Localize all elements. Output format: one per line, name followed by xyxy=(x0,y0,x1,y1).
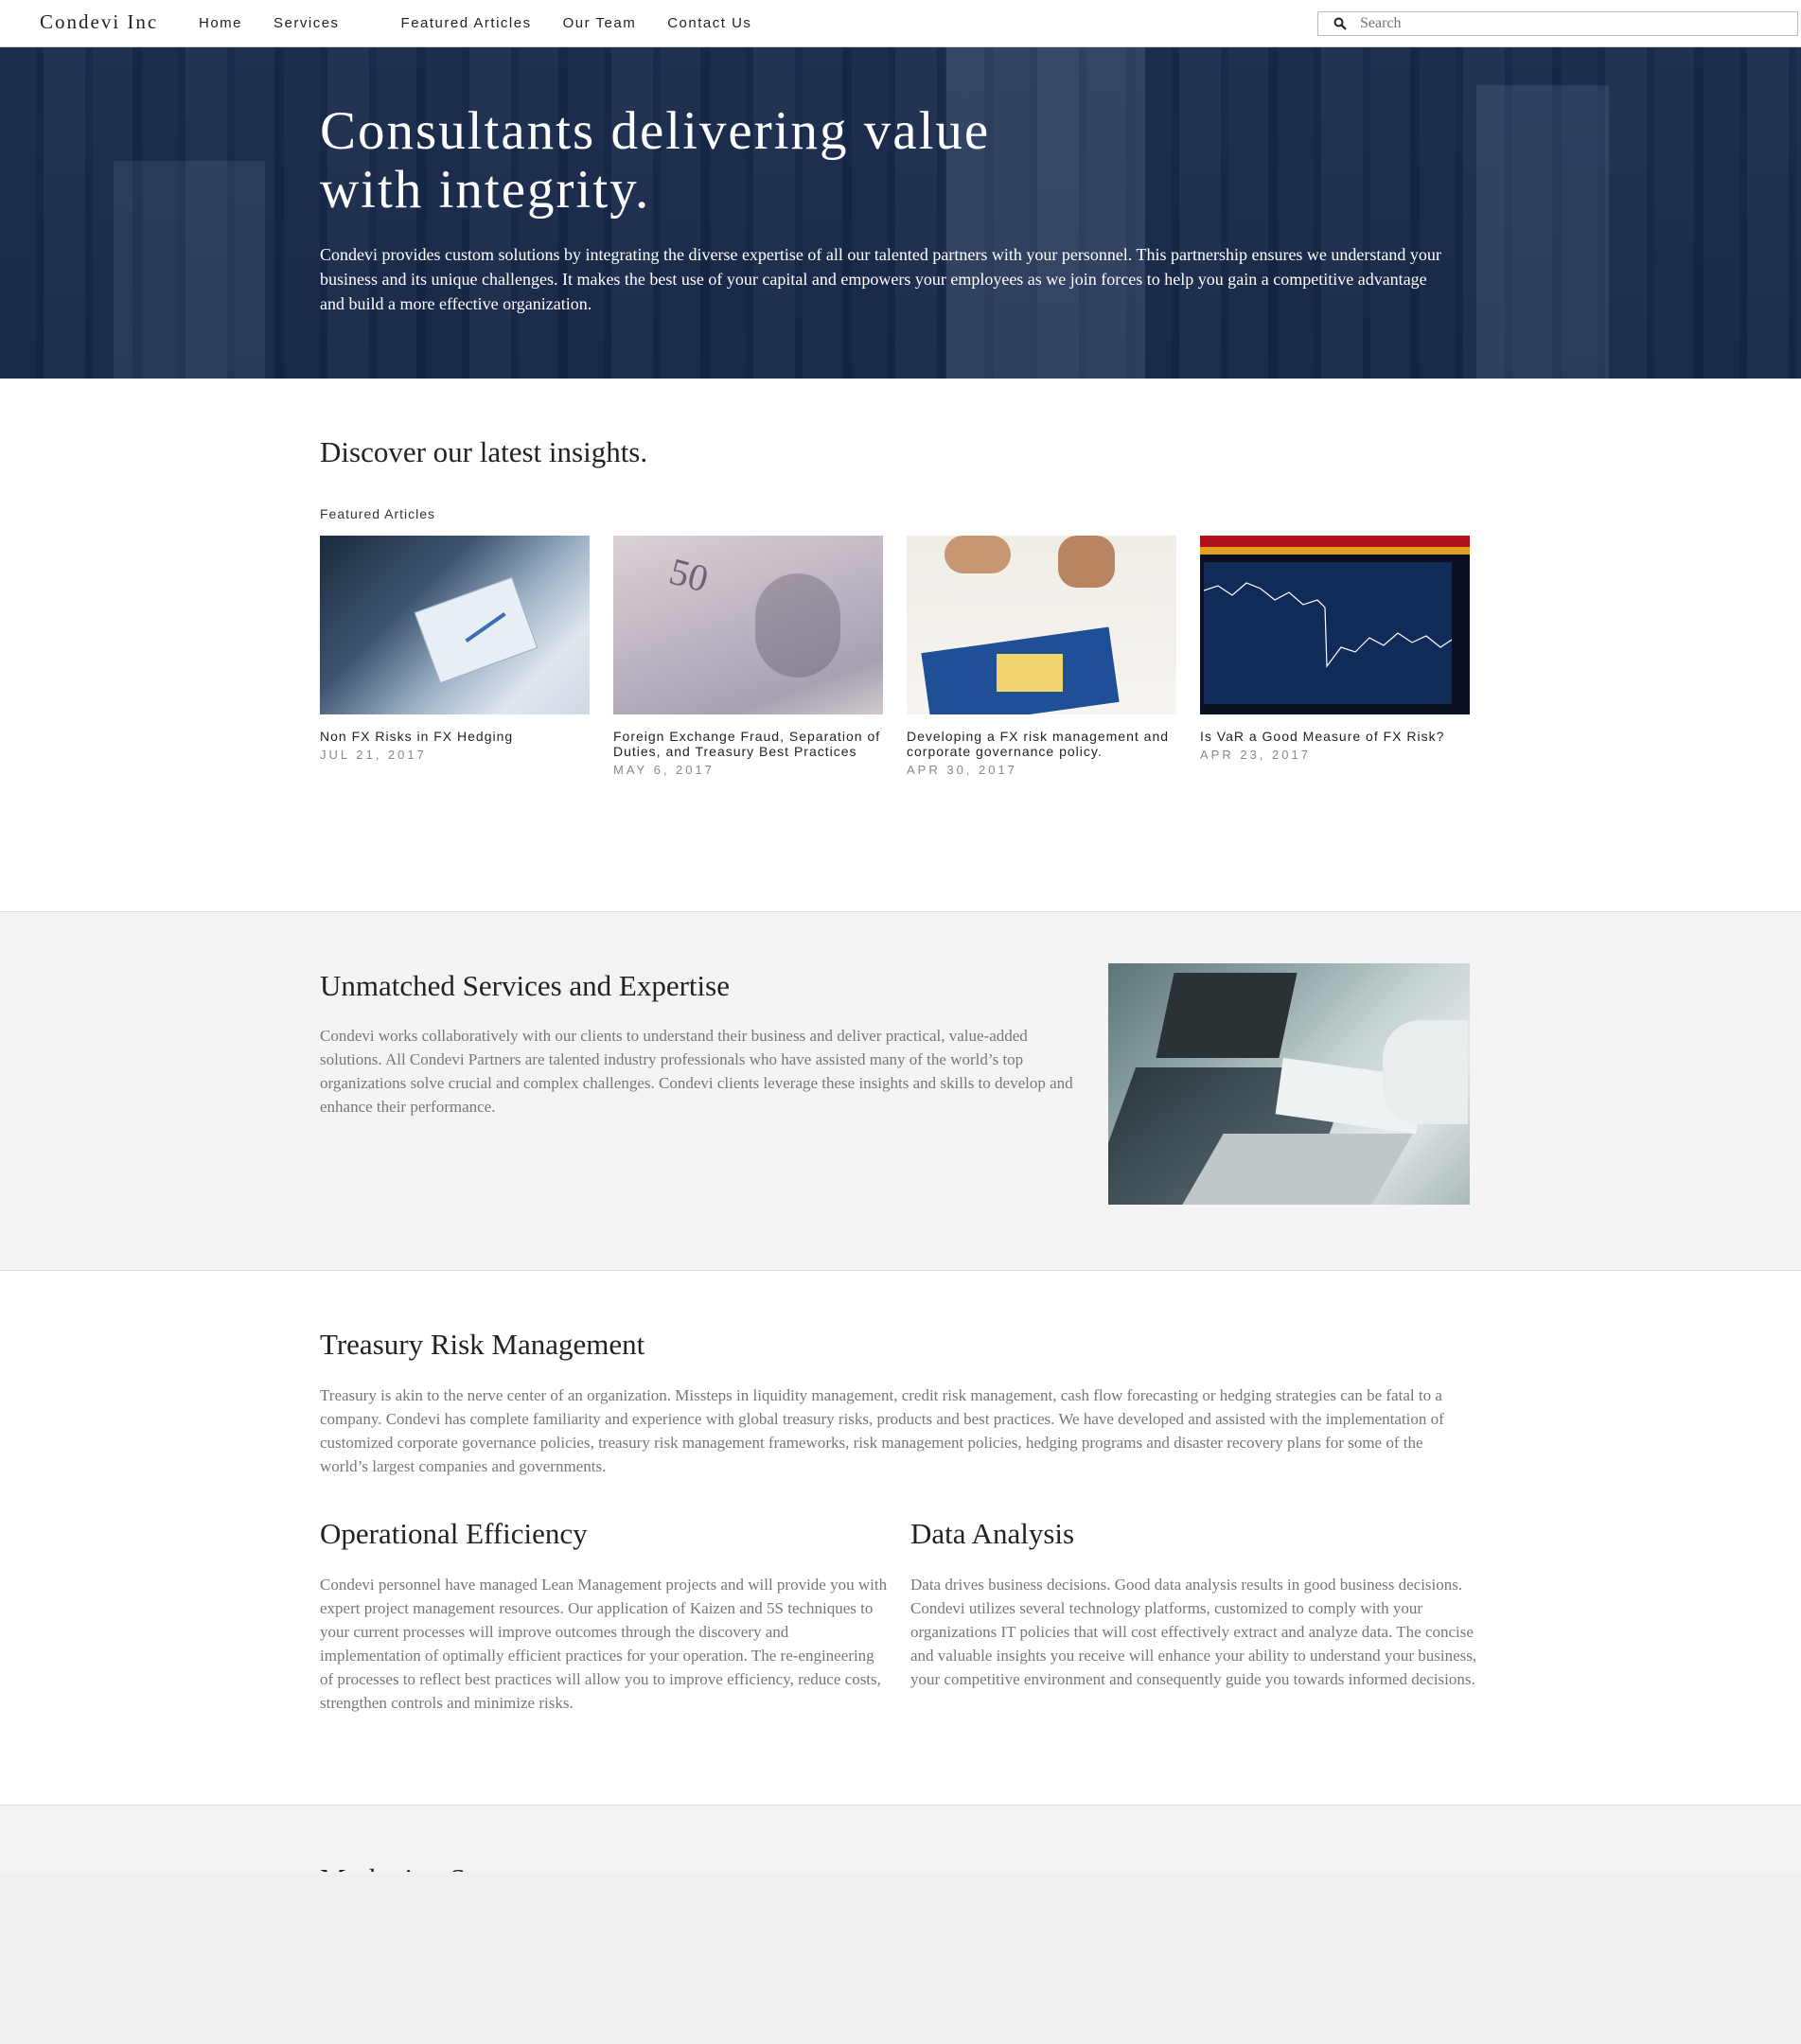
services-title: Unmatched Services and Expertise xyxy=(320,969,730,1002)
fx-chart-thumbnail xyxy=(1204,582,1452,668)
article-card[interactable]: Developing a FX risk management and corp… xyxy=(907,536,1176,777)
search-box[interactable] xyxy=(1317,11,1798,36)
data-analysis-text: Data drives business decisions. Good dat… xyxy=(910,1576,1477,1688)
article-card[interactable]: Non FX Risks in FX Hedging JUL 21, 2017 xyxy=(320,536,590,762)
nav-home[interactable]: Home xyxy=(199,15,242,31)
nav-featured-articles[interactable]: Featured Articles xyxy=(401,15,532,31)
article-title[interactable]: Foreign Exchange Fraud, Separation of Du… xyxy=(613,729,883,759)
operations-title: Operational Efficiency xyxy=(320,1517,588,1550)
article-card[interactable]: 50 Foreign Exchange Fraud, Separation of… xyxy=(613,536,883,777)
page: Condevi Inc Home Services Featured Artic… xyxy=(0,0,1801,1872)
search-icon xyxy=(1333,17,1347,30)
data-analysis-title: Data Analysis xyxy=(910,1517,1075,1550)
article-thumbnail[interactable] xyxy=(320,536,590,714)
article-date: APR 30, 2017 xyxy=(907,763,1017,777)
featured-articles-label: Featured Articles xyxy=(320,506,436,521)
article-thumbnail[interactable] xyxy=(907,536,1176,714)
article-title[interactable]: Developing a FX risk management and corp… xyxy=(907,729,1176,759)
operations-text: Condevi personnel have managed Lean Mana… xyxy=(320,1576,888,1712)
article-title[interactable]: Is VaR a Good Measure of FX Risk? xyxy=(1200,729,1470,744)
hero-banner: Consultants delivering value with integr… xyxy=(0,47,1801,379)
article-date: MAY 6, 2017 xyxy=(613,763,715,777)
nav-our-team[interactable]: Our Team xyxy=(563,15,637,31)
brand-logo[interactable]: Condevi Inc xyxy=(40,10,158,34)
article-thumbnail[interactable] xyxy=(1200,536,1470,714)
search-input[interactable] xyxy=(1360,14,1776,33)
treasury-text: Treasury is akin to the nerve center of … xyxy=(320,1386,1444,1475)
article-date: JUL 21, 2017 xyxy=(320,748,427,762)
treasury-title: Treasury Risk Management xyxy=(320,1328,645,1361)
top-nav: Condevi Inc Home Services Featured Artic… xyxy=(0,0,1801,47)
services-text: Condevi works collaboratively with our c… xyxy=(320,1027,1073,1116)
hero-text: Condevi provides custom solutions by int… xyxy=(320,245,1441,313)
article-card[interactable]: Is VaR a Good Measure of FX Risk? APR 23… xyxy=(1200,536,1470,762)
nav-contact-us[interactable]: Contact Us xyxy=(667,15,751,31)
article-thumbnail[interactable]: 50 xyxy=(613,536,883,714)
article-title[interactable]: Non FX Risks in FX Hedging xyxy=(320,729,590,744)
services-image xyxy=(1108,963,1470,1205)
marketing-title: Marketing Strategy xyxy=(320,1862,547,1872)
featured-articles-list: Non FX Risks in FX Hedging JUL 21, 2017 … xyxy=(320,536,1470,819)
marketing-section: Marketing Strategy xyxy=(0,1805,1801,1872)
nav-services[interactable]: Services xyxy=(274,15,340,31)
insights-title: Discover our latest insights. xyxy=(320,435,648,468)
hero-title: Consultants delivering value with integr… xyxy=(320,101,991,220)
article-date: APR 23, 2017 xyxy=(1200,748,1311,762)
nav-links: Home Services Featured Articles Our Team… xyxy=(199,15,783,31)
services-section: Unmatched Services and Expertise Condevi… xyxy=(0,911,1801,1271)
